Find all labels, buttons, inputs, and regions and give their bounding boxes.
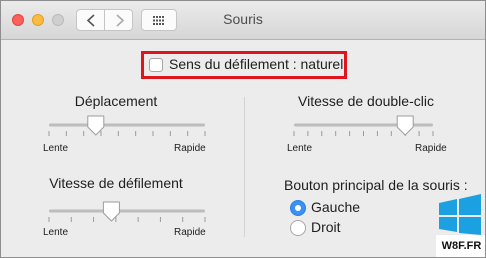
natural-scroll-checkbox[interactable] bbox=[149, 58, 163, 72]
radio-right[interactable] bbox=[290, 220, 306, 236]
slider-knob[interactable] bbox=[102, 201, 120, 222]
primary-button-label: Bouton principal de la souris : bbox=[284, 177, 468, 193]
radio-left[interactable] bbox=[290, 200, 306, 216]
scroll-max-label: Rapide bbox=[174, 227, 206, 238]
tracking-max-label: Rapide bbox=[174, 143, 206, 154]
double-click-min-label: Lente bbox=[287, 143, 313, 154]
section-divider bbox=[244, 97, 245, 237]
slider-track bbox=[49, 209, 205, 213]
window-title: Souris bbox=[223, 11, 263, 27]
preferences-window: Souris Sens du défilement : naturel Dépl… bbox=[0, 0, 486, 258]
tracking-min-label: Lente bbox=[43, 143, 69, 154]
double-click-max-label: Rapide bbox=[415, 143, 447, 154]
tracking-speed-label: Déplacement bbox=[74, 93, 158, 109]
double-click-speed-label: Vitesse de double-clic bbox=[298, 93, 434, 109]
natural-scroll-label[interactable]: Sens du défilement : naturel bbox=[169, 56, 343, 72]
slider-track bbox=[49, 123, 205, 127]
double-click-speed-slider[interactable] bbox=[286, 111, 441, 141]
tracking-speed-slider[interactable] bbox=[41, 111, 213, 141]
radio-right-label[interactable]: Droit bbox=[311, 219, 341, 235]
watermark-text: W8F.FR bbox=[436, 235, 485, 257]
title-bar: Souris bbox=[1, 1, 485, 40]
scroll-min-label: Lente bbox=[43, 227, 69, 238]
slider-knob[interactable] bbox=[396, 115, 414, 136]
scroll-speed-label: Vitesse de défilement bbox=[49, 175, 183, 191]
radio-left-label[interactable]: Gauche bbox=[311, 199, 360, 215]
windows-logo-icon bbox=[439, 194, 481, 235]
scroll-speed-slider[interactable] bbox=[41, 197, 213, 227]
